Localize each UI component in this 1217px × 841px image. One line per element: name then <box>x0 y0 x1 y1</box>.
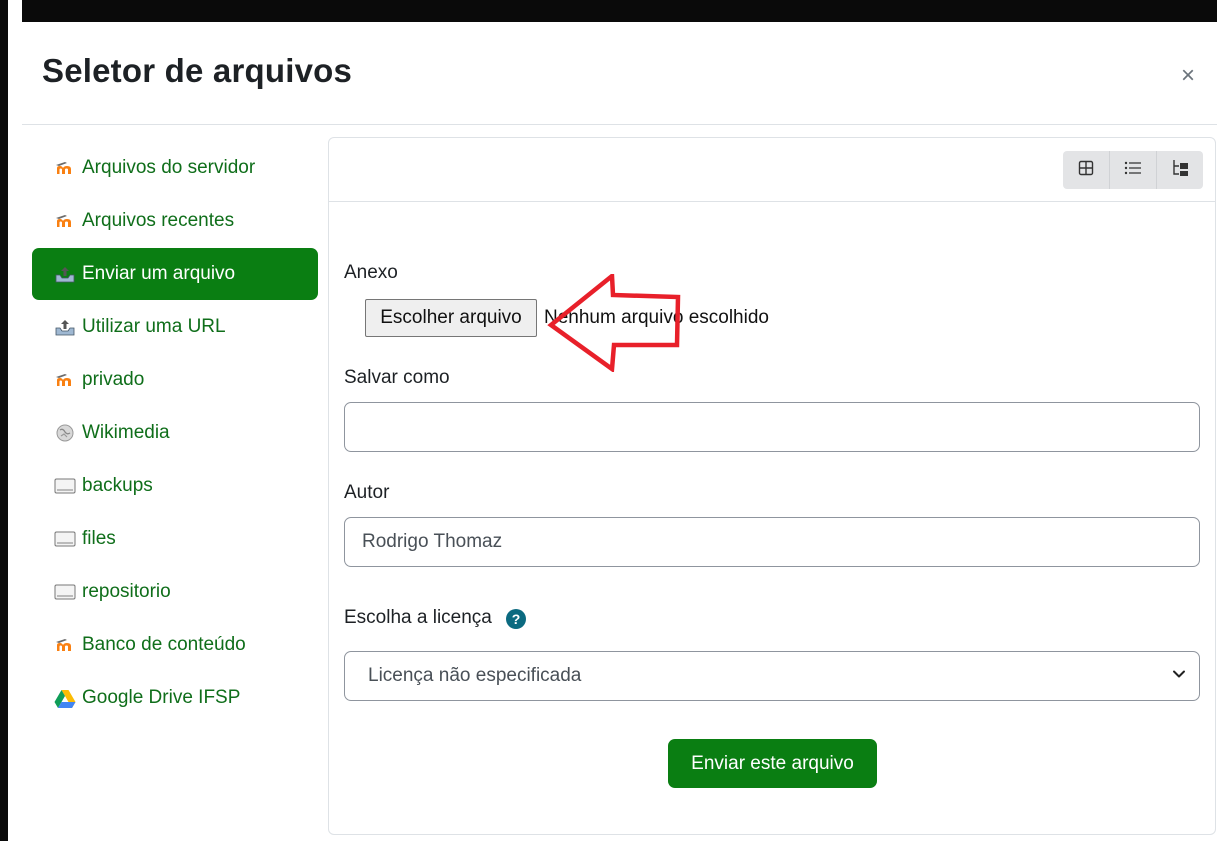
modal-header: Seletor de arquivos × <box>22 22 1217 125</box>
sidebar-item-recent-files[interactable]: Arquivos recentes <box>32 195 318 247</box>
folder-drive-icon <box>54 476 76 496</box>
sidebar-item-google-drive[interactable]: Google Drive IFSP <box>32 672 318 724</box>
folder-drive-icon <box>54 529 76 549</box>
sidebar-item-backups[interactable]: backups <box>32 460 318 512</box>
moodle-icon <box>54 211 76 231</box>
list-view-icon <box>1124 161 1142 180</box>
license-selected-value: Licença não especificada <box>368 665 582 686</box>
chevron-down-icon <box>1171 666 1187 688</box>
sidebar-item-label: privado <box>82 369 145 390</box>
sidebar-item-label: backups <box>82 475 153 496</box>
sidebar-item-label: Arquivos recentes <box>82 210 235 231</box>
upload-submit-button[interactable]: Enviar este arquivo <box>668 739 877 788</box>
sidebar-item-label: Google Drive IFSP <box>82 687 241 708</box>
view-mode-group <box>1063 151 1203 189</box>
license-select[interactable]: Licença não especificada <box>344 651 1200 701</box>
author-label: Autor <box>344 482 390 503</box>
sidebar-item-label: Arquivos do servidor <box>82 157 256 178</box>
sidebar-item-upload-file[interactable]: Enviar um arquivo <box>32 248 318 300</box>
upload-panel: Anexo Escolher arquivo Nenhum arquivo es… <box>328 137 1216 835</box>
modal-title: Seletor de arquivos <box>42 52 353 89</box>
tree-view-button[interactable] <box>1156 151 1203 189</box>
upload-icon <box>54 264 76 284</box>
moodle-icon <box>54 370 76 390</box>
grid-view-icon <box>1078 160 1094 181</box>
sidebar-item-content-bank[interactable]: Banco de conteúdo <box>32 619 318 671</box>
google-drive-icon <box>54 688 76 708</box>
author-input[interactable] <box>344 517 1200 567</box>
url-icon <box>54 317 76 337</box>
screenshot-frame-top <box>0 0 1217 22</box>
choose-file-button[interactable]: Escolher arquivo <box>365 299 537 337</box>
list-view-button[interactable] <box>1109 151 1156 189</box>
tree-view-icon <box>1171 159 1189 182</box>
repository-sidebar: Arquivos do servidor Arquivos recentes E… <box>32 142 318 725</box>
close-button[interactable]: × <box>1181 64 1195 88</box>
sidebar-item-label: Banco de conteúdo <box>82 634 246 655</box>
sidebar-item-url[interactable]: Utilizar uma URL <box>32 301 318 353</box>
wikimedia-icon <box>54 423 76 443</box>
help-icon[interactable]: ? <box>506 609 526 629</box>
grid-view-button[interactable] <box>1063 151 1109 189</box>
sidebar-item-server-files[interactable]: Arquivos do servidor <box>32 142 318 194</box>
screenshot-frame-left <box>0 0 22 841</box>
sidebar-item-private[interactable]: privado <box>32 354 318 406</box>
license-label: Escolha a licença <box>344 607 492 628</box>
view-toolbar <box>329 138 1215 202</box>
sidebar-item-label: Wikimedia <box>82 422 170 443</box>
save-as-label: Salvar como <box>344 367 450 388</box>
sidebar-item-files[interactable]: files <box>32 513 318 565</box>
file-picker-modal: Seletor de arquivos × Arquivos do servid… <box>22 22 1217 841</box>
attachment-label: Anexo <box>344 262 398 283</box>
moodle-icon <box>54 635 76 655</box>
sidebar-item-label: Enviar um arquivo <box>82 263 236 284</box>
sidebar-item-label: files <box>82 528 116 549</box>
sidebar-item-repositorio[interactable]: repositorio <box>32 566 318 618</box>
sidebar-item-label: Utilizar uma URL <box>82 316 226 337</box>
folder-drive-icon <box>54 582 76 602</box>
sidebar-item-label: repositorio <box>82 581 171 602</box>
annotation-arrow-icon <box>547 274 681 372</box>
sidebar-item-wikimedia[interactable]: Wikimedia <box>32 407 318 459</box>
save-as-input[interactable] <box>344 402 1200 452</box>
moodle-icon <box>54 158 76 178</box>
